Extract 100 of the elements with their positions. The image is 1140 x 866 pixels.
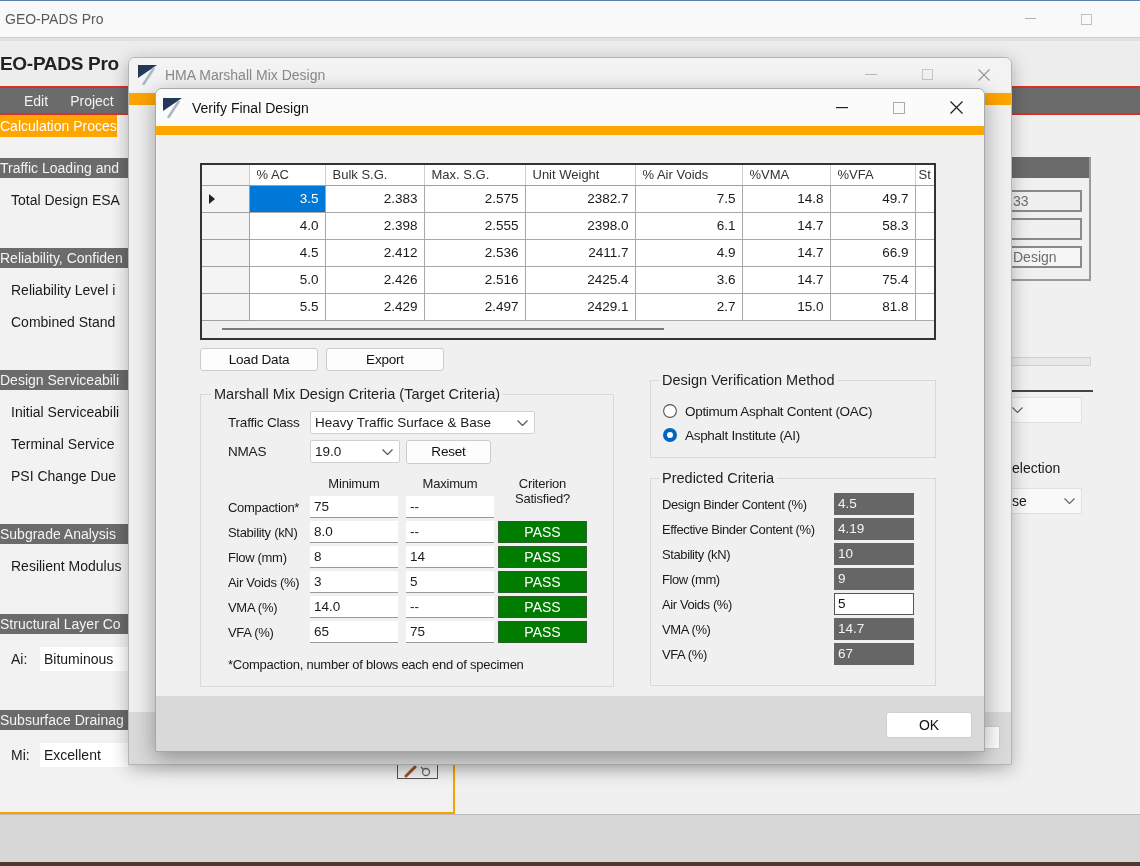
field-label: Combined Stand <box>11 314 116 330</box>
dropdown[interactable]: 19.0 <box>310 440 400 463</box>
column-header[interactable]: %VMA <box>742 165 830 185</box>
input-field[interactable]: 8.0 <box>310 521 398 543</box>
field-label: VMA (%) <box>228 599 279 615</box>
input-field[interactable]: 75 <box>406 621 494 643</box>
input-field[interactable]: 5 <box>834 593 914 615</box>
app-title: EO-PADS Pro <box>0 52 119 75</box>
column-header[interactable]: %VFA <box>830 165 915 185</box>
table-cell: 2.398 <box>325 212 424 239</box>
input-field[interactable]: Excellent <box>40 743 128 767</box>
value-field: 9 <box>834 568 914 590</box>
table-cell: 4.9 <box>635 239 742 266</box>
action-button[interactable]: Export <box>326 348 444 371</box>
table-cell: 14.7 <box>742 239 830 266</box>
close-icon[interactable] <box>950 101 963 114</box>
scrollbar-thumb[interactable] <box>222 327 664 330</box>
field-label: Mi: <box>11 747 31 763</box>
input-field[interactable]: -- <box>406 496 494 518</box>
field-label: Air Voids (%) <box>662 596 733 612</box>
table-cell: 66.9 <box>830 239 915 266</box>
value-field: 67 <box>834 643 914 665</box>
input-field[interactable]: 8 <box>310 546 398 568</box>
table-cell: 2.575 <box>424 185 525 212</box>
column-heading: Minimum <box>327 476 381 491</box>
field-label: Air Voids (%) <box>228 574 301 590</box>
field-label: PSI Change Due <box>11 468 117 484</box>
table-cell: 2.516 <box>424 266 525 293</box>
column-header[interactable]: % AC <box>249 165 325 185</box>
table-cell: 14.8 <box>742 185 830 212</box>
table-cell: 7.5 <box>635 185 742 212</box>
table-cell: 58.3 <box>830 212 915 239</box>
table-cell: 49.7 <box>830 185 915 212</box>
action-button[interactable]: Load Data <box>200 348 318 371</box>
maximize-icon[interactable] <box>893 101 905 114</box>
status-cell: PASS <box>498 596 587 618</box>
table-cell: 75.4 <box>830 266 915 293</box>
minimize-icon[interactable] <box>836 106 848 109</box>
field-label: Ai: <box>11 651 29 667</box>
table-cell: 3.5 <box>249 185 325 212</box>
reset-button[interactable]: Reset <box>406 439 491 464</box>
status-cell: PASS <box>498 621 587 643</box>
input-field[interactable]: -- <box>406 596 494 618</box>
field-label: VFA (%) <box>228 624 275 640</box>
menu-item[interactable]: Edit <box>24 92 49 109</box>
table-cell: 14.7 <box>742 212 830 239</box>
table-cell: 3.6 <box>635 266 742 293</box>
column-header[interactable]: Bulk S.G. <box>325 165 424 185</box>
input-field[interactable]: 5 <box>406 571 494 593</box>
section-header: Subgrade Analysis <box>0 524 128 544</box>
field-label: Flow (mm) <box>662 571 721 587</box>
row-header[interactable] <box>202 185 249 212</box>
input-field[interactable]: Bituminous <box>40 647 128 671</box>
field-label: election <box>1012 460 1061 476</box>
input-field[interactable]: 3 <box>310 571 398 593</box>
group-title: Marshall Mix Design Criteria (Target Criteria) <box>213 386 502 402</box>
field-label: Terminal Service <box>11 436 115 452</box>
field-label: Total Design ESA <box>11 192 120 208</box>
column-header[interactable]: % Air Voids <box>635 165 742 185</box>
ok-button[interactable]: OK <box>886 712 972 738</box>
window-title: HMA Marshall Mix Design <box>165 66 326 83</box>
dropdown[interactable]: Heavy Traffic Surface & Base <box>310 411 535 434</box>
table-cell: 2382.7 <box>525 185 635 212</box>
field-label: NMAS <box>228 444 268 459</box>
status-cell: PASS <box>498 521 587 543</box>
table-cell: 5.5 <box>249 293 325 320</box>
dropdown[interactable]: se <box>1012 488 1082 514</box>
input-field[interactable]: 65 <box>310 621 398 643</box>
input-field[interactable]: 14.0 <box>310 596 398 618</box>
table-cell: 2425.4 <box>525 266 635 293</box>
column-header[interactable]: Unit Weight <box>525 165 635 185</box>
dropdown[interactable] <box>1012 397 1082 423</box>
table-cell: 2.7 <box>635 293 742 320</box>
radio-option[interactable]: Optimum Asphalt Content (OAC) <box>663 401 873 421</box>
design-button[interactable]: Design <box>1012 246 1082 268</box>
input-field[interactable]: 14 <box>406 546 494 568</box>
maximize-icon[interactable] <box>922 69 933 80</box>
dialog-button[interactable] <box>985 726 1000 749</box>
field-label: Stability (kN) <box>662 546 732 562</box>
menu-item[interactable]: Project <box>70 92 114 109</box>
column-header[interactable]: Max. S.G. <box>424 165 525 185</box>
table-cell: 2.555 <box>424 212 525 239</box>
input-field[interactable]: -- <box>406 521 494 543</box>
field-label: Effective Binder Content (%) <box>662 521 816 537</box>
maximize-icon[interactable] <box>1081 13 1092 25</box>
footnote: *Compaction, number of blows each end of specimen <box>228 657 525 672</box>
table-cell: 4.0 <box>249 212 325 239</box>
field-label: Initial Serviceabili <box>11 404 120 420</box>
field-label: Resilient Modulus <box>11 558 122 574</box>
value-field: 14.7 <box>834 618 914 640</box>
table-cell: 2.497 <box>424 293 525 320</box>
table-cell: 2.536 <box>424 239 525 266</box>
radio-option[interactable]: Asphalt Institute (AI) <box>663 425 800 445</box>
pencil-wrench-icon[interactable] <box>397 765 438 779</box>
group-title: Design Verification Method <box>661 372 836 388</box>
app-logo-icon <box>138 64 158 85</box>
field-label: Compaction* <box>228 499 301 515</box>
input-field[interactable]: 75 <box>310 496 398 518</box>
column-heading: Maximum <box>421 476 479 491</box>
table-cell: 81.8 <box>830 293 915 320</box>
